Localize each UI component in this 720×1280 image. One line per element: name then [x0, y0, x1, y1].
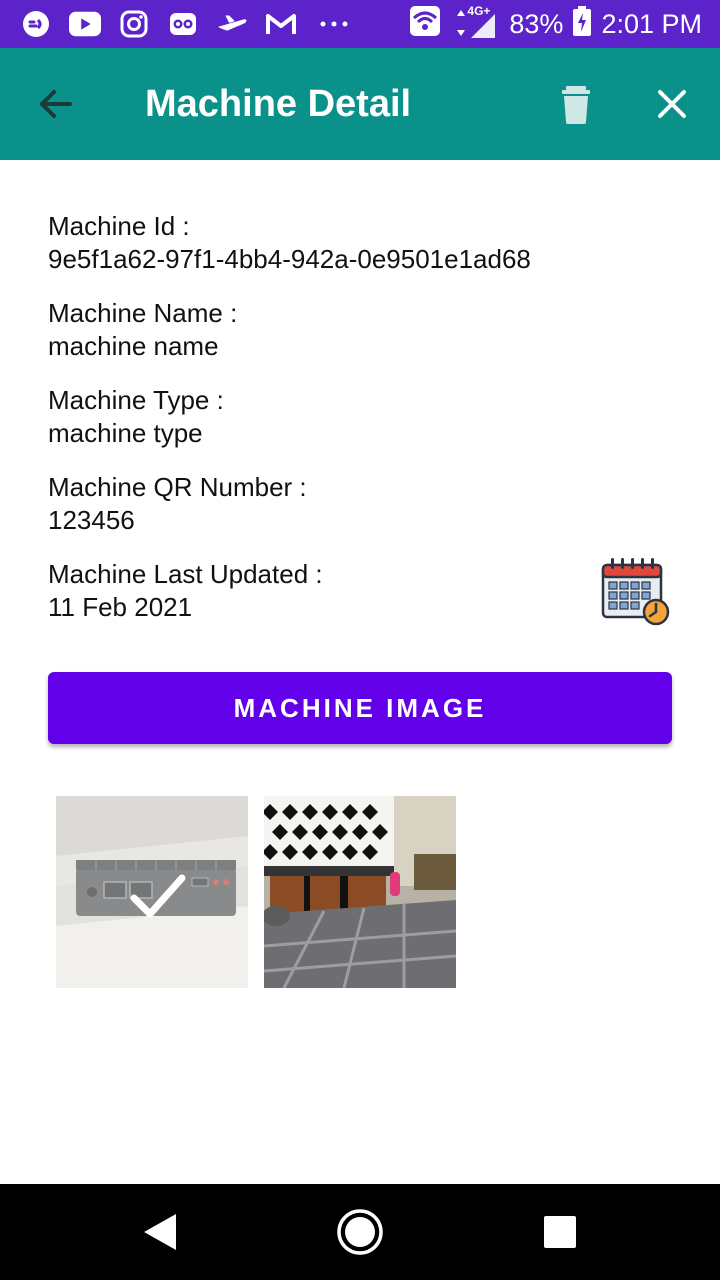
close-icon[interactable]	[648, 80, 696, 128]
machine-last-updated-field: Machine Last Updated : 11 Feb 2021	[48, 558, 672, 624]
machine-qr-value: 123456	[48, 505, 135, 535]
page-title: Machine Detail	[145, 83, 412, 125]
machine-qr-label: Machine QR Number :	[48, 472, 307, 502]
machine-details: Machine Id : 9e5f1a62-97f1-4bb4-942a-0e9…	[48, 210, 672, 645]
messenger-icon	[20, 8, 52, 40]
machine-type-value: machine type	[48, 418, 203, 448]
delete-trash-icon[interactable]	[552, 80, 600, 128]
machine-id-value: 9e5f1a62-97f1-4bb4-942a-0e9501e1ad68	[48, 244, 531, 274]
machine-qr-field: Machine QR Number : 123456	[48, 471, 672, 537]
wifi-icon	[409, 5, 441, 44]
kitchen-room-photo[interactable]	[264, 796, 456, 988]
more-dots-icon	[314, 8, 354, 40]
machine-name-label: Machine Name :	[48, 298, 238, 328]
back-arrow-icon[interactable]	[32, 80, 80, 128]
nav-back-icon[interactable]	[140, 1212, 180, 1252]
youtube-icon	[69, 8, 101, 40]
machine-id-field: Machine Id : 9e5f1a62-97f1-4bb4-942a-0e9…	[48, 210, 672, 276]
machine-type-label: Machine Type :	[48, 385, 224, 415]
calendar-clock-icon[interactable]	[600, 556, 672, 628]
battery-percent: 83%	[509, 8, 564, 39]
machine-last-updated-label: Machine Last Updated :	[48, 559, 323, 589]
system-nav-bar	[0, 1184, 720, 1280]
gmail-icon	[265, 8, 297, 40]
app-bar: Machine Detail	[0, 48, 720, 160]
status-bar: 4G+ 83% 2:01 PM	[0, 0, 720, 48]
mini-pc-photo[interactable]	[56, 796, 248, 988]
machine-last-updated-value: 11 Feb 2021	[48, 592, 193, 622]
machine-image-button[interactable]: MACHINE IMAGE	[48, 672, 672, 744]
clock-time: 2:01 PM	[601, 8, 702, 39]
machine-name-field: Machine Name : machine name	[48, 297, 672, 363]
machine-name-value: machine name	[48, 331, 219, 361]
instagram-icon	[118, 8, 150, 40]
signal-icon: 4G+	[451, 4, 499, 40]
machine-id-label: Machine Id :	[48, 211, 190, 241]
airplane-icon	[216, 8, 248, 40]
nav-recent-apps-icon[interactable]	[544, 1216, 576, 1248]
battery-icon	[573, 5, 592, 43]
nav-home-icon[interactable]	[336, 1208, 384, 1256]
tripadvisor-icon	[167, 8, 199, 40]
machine-type-field: Machine Type : machine type	[48, 384, 672, 450]
